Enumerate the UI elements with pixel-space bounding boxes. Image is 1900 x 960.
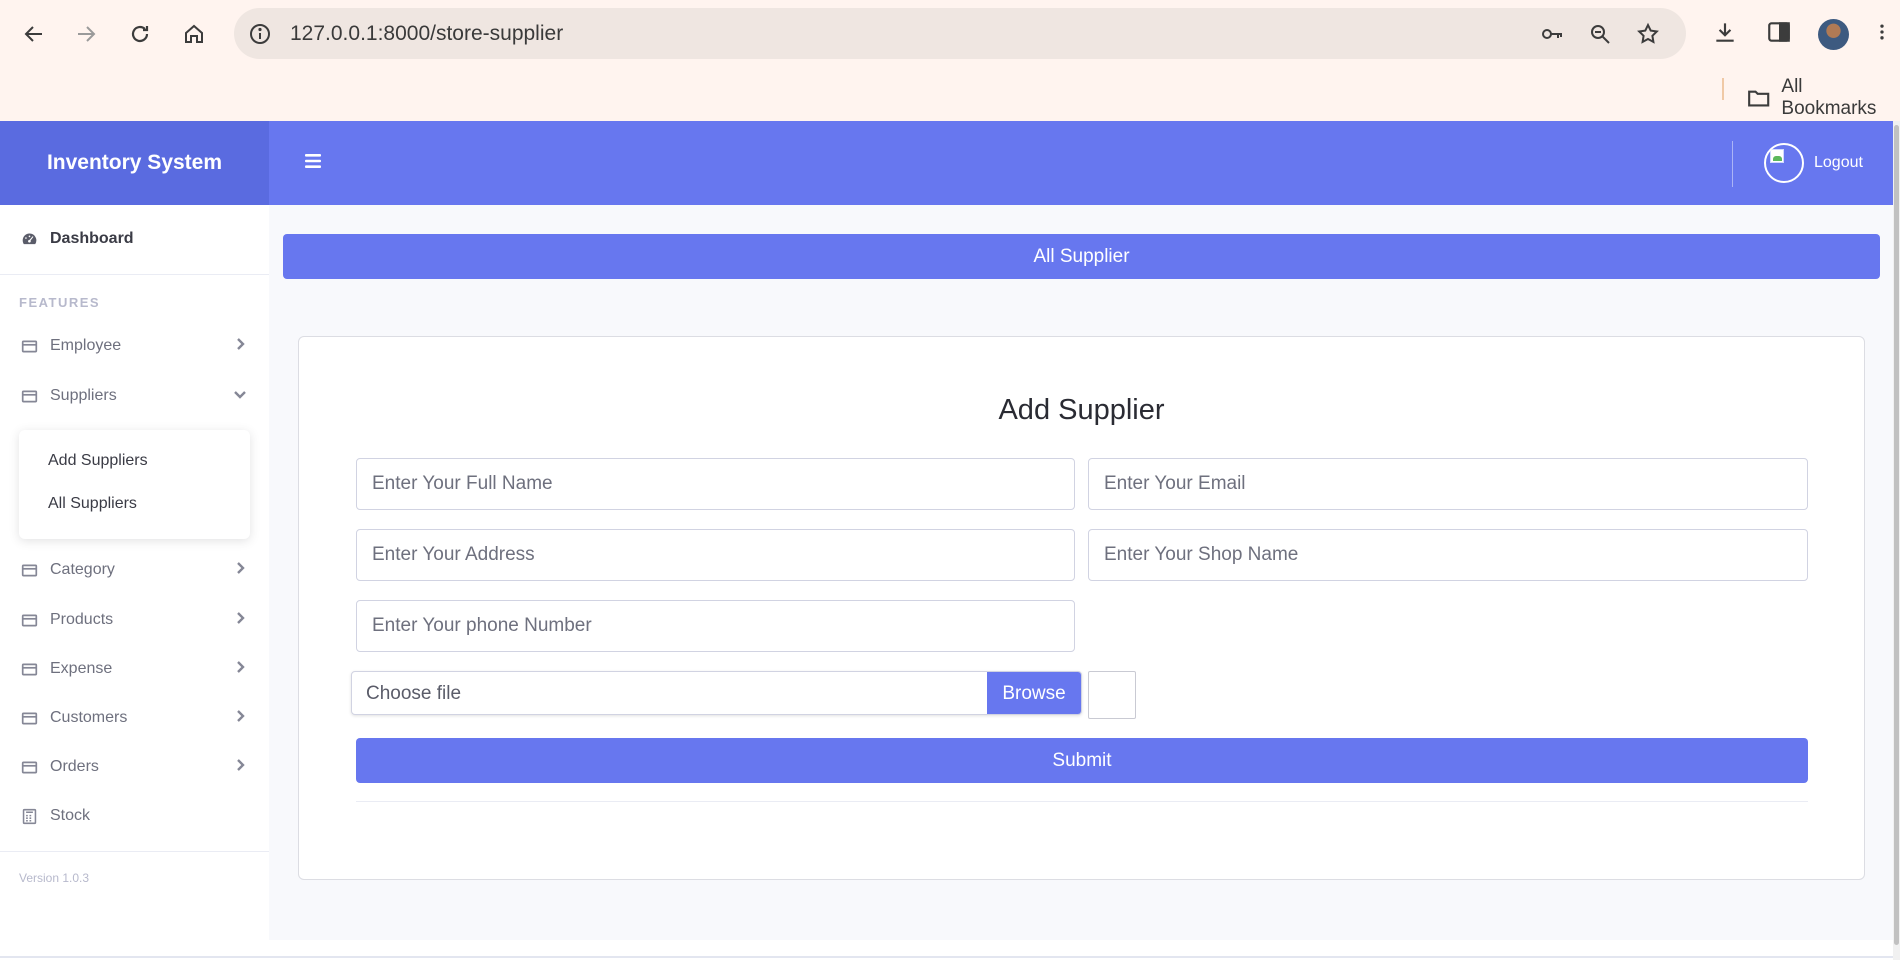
window-icon [20,758,38,776]
sidebar-item-label: Employee [50,337,122,354]
site-info-icon[interactable] [246,20,274,48]
chevron-right-icon [233,561,247,575]
zoom-icon[interactable] [1586,20,1614,48]
sidebar-item-employee[interactable]: Employee [20,334,245,358]
profile-avatar[interactable] [1818,19,1849,50]
full-name-input[interactable] [356,458,1075,510]
sidebar-heading: FEATURES [19,295,101,310]
logout-link[interactable]: Logout [1814,154,1863,172]
chevron-right-icon [233,709,247,723]
brand-text: Inventory System [46,151,223,174]
user-avatar[interactable] [1764,143,1804,183]
page-title-bar[interactable]: All Supplier [283,234,1880,279]
address-input[interactable] [356,529,1075,581]
page-title: All Supplier [1033,245,1130,267]
calculator-icon [20,807,38,825]
sidebar-item-stock[interactable]: Stock [20,804,90,828]
hamburger-menu-icon[interactable] [303,151,323,171]
topbar: Logout [269,121,1893,205]
reload-icon[interactable] [120,14,160,54]
submit-button[interactable]: Submit [356,738,1808,783]
download-icon[interactable] [1709,16,1741,48]
window-icon [20,387,38,405]
sidebar-item-dashboard[interactable]: Dashboard [20,227,134,251]
browser-toolbar: 127.0.0.1:8000/store-supplier All Bookma… [0,0,1900,121]
suppliers-submenu: Add Suppliers All Suppliers [19,430,250,539]
sidebar-item-label: Customers [50,709,128,726]
sidebar-divider [0,274,269,275]
chevron-right-icon [233,337,247,351]
folder-icon [1748,90,1770,107]
footer-divider [0,956,1893,958]
version-text: Version 1.0.3 [19,871,90,885]
bookmarks-separator [1722,78,1724,100]
scrollbar-thumb[interactable] [1894,125,1899,945]
sidebar: Dashboard FEATURES Employee Suppliers Ad… [0,205,269,940]
chevron-right-icon [233,660,247,674]
sidebar-item-label: Dashboard [50,230,134,247]
sidebar-item-label: Stock [50,807,91,824]
window-icon [20,337,38,355]
topbar-divider [1732,141,1733,187]
email-input[interactable] [1088,458,1808,510]
bookmark-star-icon[interactable] [1634,20,1662,48]
chevron-down-icon [233,387,247,401]
broken-image-icon [1770,149,1784,163]
window-icon [20,611,38,629]
submenu-all-suppliers[interactable]: All Suppliers [48,495,137,513]
home-icon[interactable] [174,14,214,54]
chevron-right-icon [233,758,247,772]
sidebar-item-orders[interactable]: Orders [20,755,245,779]
file-input-label: Choose file [366,683,462,704]
sidebar-item-label: Orders [50,758,99,775]
side-panel-icon[interactable] [1763,16,1795,48]
forward-icon[interactable] [66,14,106,54]
browse-button[interactable]: Browse [987,672,1081,714]
window-icon [20,660,38,678]
phone-input[interactable] [356,600,1075,652]
photo-file-input[interactable]: Choose file Browse [351,671,1082,715]
sidebar-item-label: Category [50,561,115,578]
sidebar-item-category[interactable]: Category [20,558,245,582]
app-brand[interactable]: Inventory System [0,121,269,205]
window-icon [20,561,38,579]
url-text[interactable]: 127.0.0.1:8000/store-supplier [290,22,563,46]
all-bookmarks-label: All Bookmarks [1781,76,1877,119]
sidebar-item-label: Expense [50,660,113,677]
password-key-icon[interactable] [1538,20,1566,48]
sidebar-item-customers[interactable]: Customers [20,706,245,730]
window-icon [20,709,38,727]
form-divider [356,801,1808,802]
address-bar[interactable]: 127.0.0.1:8000/store-supplier [234,8,1686,59]
chevron-right-icon [233,611,247,625]
add-supplier-card: Add Supplier Choose file Browse Submit [298,336,1865,880]
photo-preview [1088,671,1136,719]
menu-kebab-icon[interactable] [1872,16,1892,48]
sidebar-item-expense[interactable]: Expense [20,657,245,681]
form-title: Add Supplier [998,394,1165,426]
all-bookmarks-button[interactable]: All Bookmarks [1746,76,1900,120]
shop-name-input[interactable] [1088,529,1808,581]
sidebar-divider [0,851,269,852]
sidebar-item-suppliers[interactable]: Suppliers [20,384,246,408]
sidebar-item-label: Suppliers [50,387,117,404]
submenu-add-suppliers[interactable]: Add Suppliers [48,452,148,470]
sidebar-item-label: Products [50,611,114,628]
sidebar-item-products[interactable]: Products [20,608,245,632]
tachometer-icon [20,230,38,248]
back-icon[interactable] [14,14,54,54]
